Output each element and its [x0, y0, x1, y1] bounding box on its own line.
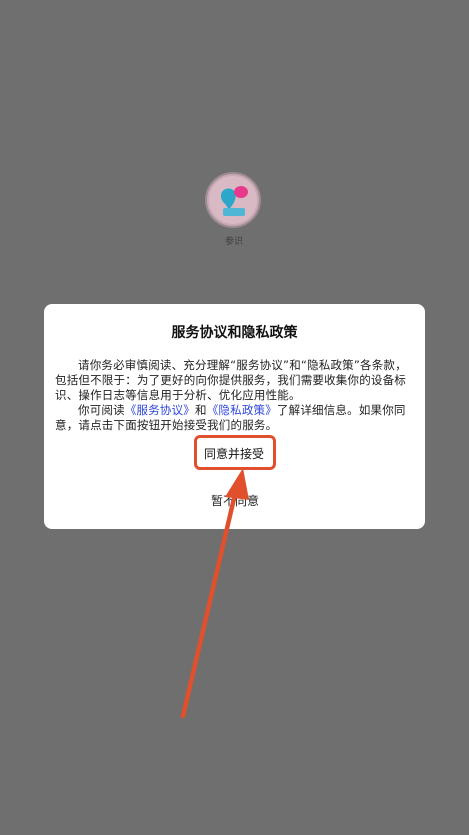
annotation-arrow — [180, 468, 249, 719]
